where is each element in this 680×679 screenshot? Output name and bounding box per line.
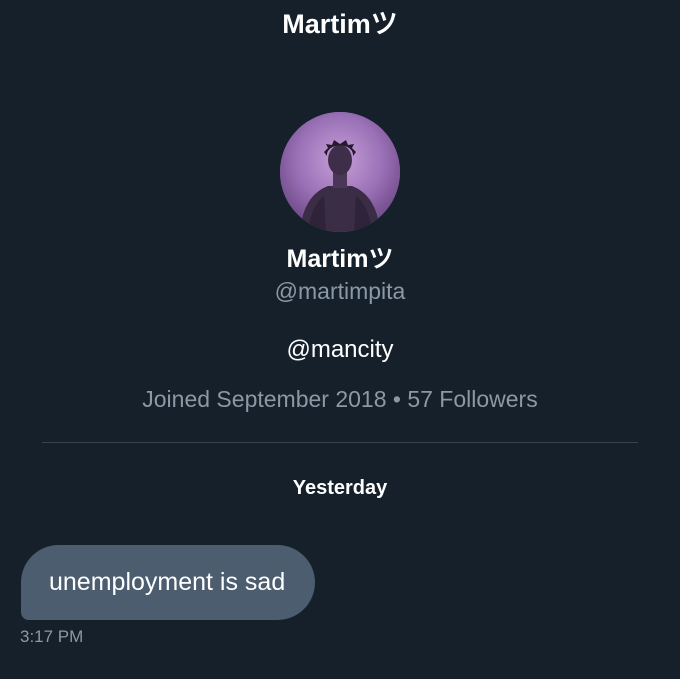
date-separator: Yesterday [292, 477, 388, 499]
profile-meta: Joined September 2018 • 57 Followers [142, 386, 538, 412]
profile-avatar[interactable] [280, 112, 400, 232]
message-timestamp: 3:17 PM [20, 627, 84, 646]
conversation-title: Martimツ [282, 9, 398, 39]
profile-bio[interactable]: @mancity [0, 336, 680, 364]
profile-handle: @martimpita [274, 278, 406, 304]
profile-name[interactable]: Martimツ [0, 239, 680, 275]
avatar-photo-icon [280, 112, 400, 232]
divider [42, 442, 638, 443]
message-bubble[interactable]: unemployment is sad [21, 545, 316, 620]
message-text: unemployment is sad [49, 568, 286, 596]
